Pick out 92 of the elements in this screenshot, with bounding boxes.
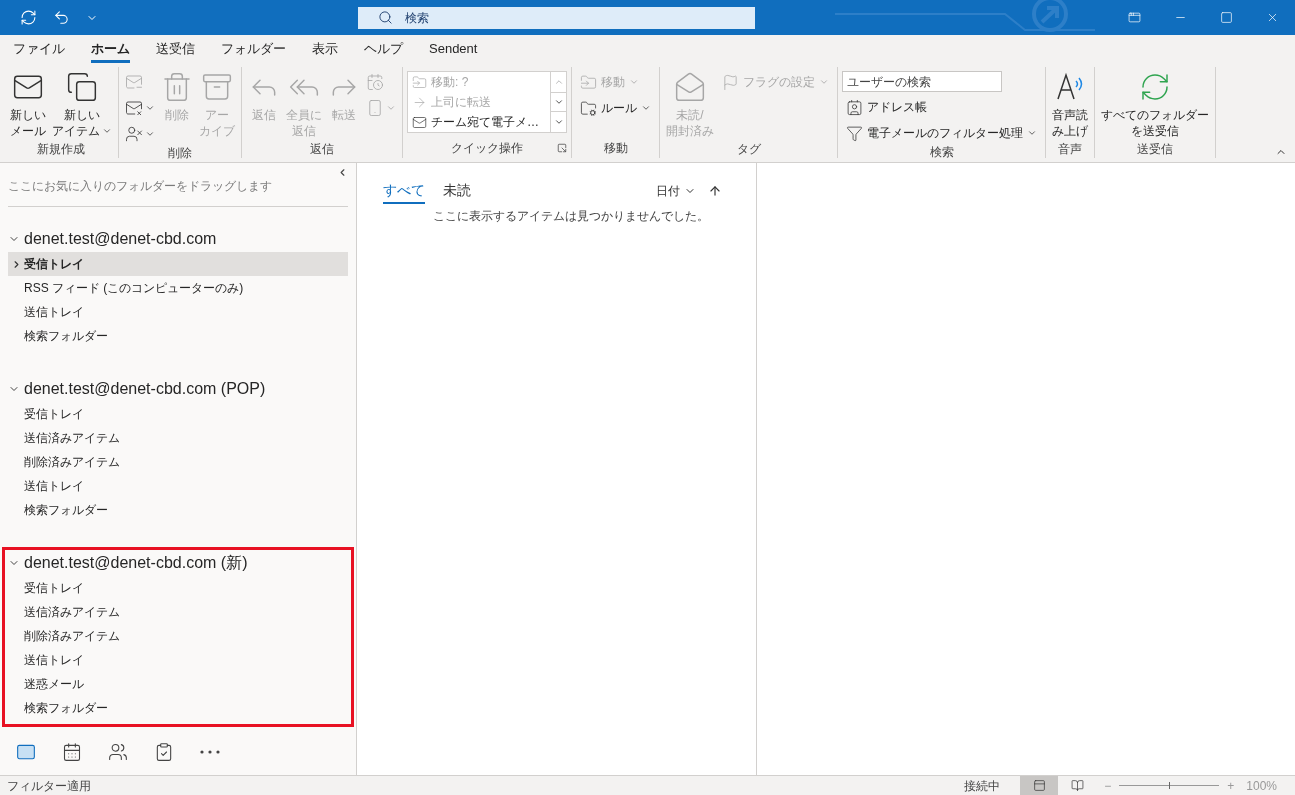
group-label: 検索 — [929, 144, 954, 160]
caret-icon — [819, 77, 829, 87]
new-items-icon — [66, 71, 98, 103]
account-header[interactable]: denet.test@denet-cbd.com (新) — [8, 550, 348, 576]
caret-icon — [641, 103, 651, 113]
undo-icon[interactable] — [53, 9, 70, 26]
folder-item[interactable]: 受信トレイ — [8, 252, 348, 276]
normal-view-icon — [1032, 779, 1046, 792]
cleanup-icon — [125, 99, 143, 117]
folder-item[interactable]: 検索フォルダー — [8, 324, 348, 348]
group-label: 新規作成 — [37, 140, 85, 157]
block-sender-icon — [125, 125, 143, 143]
folder-item[interactable]: 送信トレイ — [8, 648, 348, 672]
search-field[interactable]: 検索 — [358, 6, 755, 29]
normal-view-button[interactable] — [1020, 776, 1059, 795]
menu-tab[interactable]: 表示 — [312, 37, 338, 63]
menu-tab[interactable]: ファイル — [13, 37, 65, 63]
folder-item[interactable]: 削除済みアイテム — [8, 450, 348, 474]
folder-item[interactable]: 検索フォルダー — [8, 498, 348, 522]
maximize-icon — [1219, 11, 1233, 24]
ribbon-button[interactable]: 音声読 み上げ — [1050, 67, 1090, 139]
folder-item[interactable]: 送信トレイ — [8, 300, 348, 324]
tasks-icon — [154, 742, 174, 762]
people-icon — [108, 742, 128, 762]
folder-move-icon — [580, 73, 597, 91]
ribbon-button[interactable]: 新しい メール — [8, 67, 48, 139]
filter-tab[interactable]: 未読 — [443, 178, 471, 204]
folder-move-icon — [412, 74, 427, 90]
folder-item[interactable]: 受信トレイ — [8, 402, 348, 426]
search-input[interactable]: 検索 — [405, 9, 705, 26]
folder-item[interactable]: 検索フォルダー — [8, 696, 348, 720]
filter-tab[interactable]: すべて — [383, 178, 425, 204]
caret-icon — [145, 129, 155, 139]
arrow-icon — [412, 94, 427, 110]
menu-tab[interactable]: 送受信 — [156, 37, 195, 63]
favorites-hint: ここにお気に入りのフォルダーをドラッグします — [8, 178, 273, 195]
envelope-icon — [412, 114, 427, 130]
address-book-icon — [846, 98, 863, 116]
caret-icon — [145, 103, 155, 113]
folder-item[interactable]: 送信済みアイテム — [8, 600, 348, 624]
dialog-launcher-icon[interactable] — [557, 143, 567, 153]
folder-item[interactable]: RSS フィード (このコンピューターのみ) — [8, 276, 348, 300]
ribbon-display-icon — [1127, 11, 1141, 24]
sync-icon[interactable] — [20, 9, 37, 26]
group-label: 返信 — [310, 140, 334, 157]
rules-icon — [580, 99, 597, 117]
people-search-field[interactable]: ユーザーの検索 — [842, 71, 1002, 92]
zoom-level: 100% — [1246, 777, 1277, 794]
chevron-up-icon — [553, 77, 564, 87]
account-header[interactable]: denet.test@denet-cbd.com — [8, 226, 348, 252]
chevron-down-icon — [553, 117, 564, 127]
search-icon — [378, 10, 393, 25]
caret-icon — [102, 126, 112, 136]
filter-icon — [846, 124, 863, 142]
connection-status: 接続中 — [964, 777, 1001, 794]
quick-step[interactable]: チーム宛て電子メ… — [408, 112, 550, 132]
ignore-icon — [125, 73, 143, 91]
flag-icon — [722, 73, 739, 91]
menu-tab[interactable]: ヘルプ — [364, 37, 403, 63]
caret-icon — [1027, 128, 1037, 138]
calendar-icon — [62, 742, 82, 762]
archive-icon — [201, 71, 233, 103]
status-text: フィルター適用 — [6, 777, 91, 794]
folder-item[interactable]: 送信済みアイテム — [8, 426, 348, 450]
caret-icon — [386, 103, 396, 113]
reading-view-icon — [1070, 779, 1084, 792]
ribbon-button[interactable]: ルール — [576, 97, 655, 119]
meeting-icon — [366, 73, 384, 91]
group-label: 送受信 — [1137, 140, 1173, 157]
group-label: 移動 — [603, 140, 628, 156]
ribbon-button[interactable]: 電子メールのフィルター処理 — [842, 122, 1041, 144]
ribbon-button[interactable]: アドレス帳 — [842, 96, 1041, 118]
group-label: 削除 — [168, 145, 192, 161]
ribbon-button[interactable]: すべてのフォルダー を送受信 — [1099, 67, 1211, 139]
group-label: クイック操作 — [451, 140, 523, 156]
trash-icon — [161, 71, 193, 103]
menu-tab[interactable]: フォルダー — [221, 37, 286, 63]
caret-icon — [629, 77, 639, 87]
sort-button[interactable]: 日付 — [656, 183, 696, 199]
menu-tab[interactable]: Sendent — [429, 37, 478, 63]
folder-item[interactable]: 送信トレイ — [8, 474, 348, 498]
group-label: タグ — [736, 140, 761, 157]
open-envelope-icon — [674, 71, 706, 103]
folder-item[interactable]: 削除済みアイテム — [8, 624, 348, 648]
empty-message: ここに表示するアイテムは見つかりませんでした。 — [432, 208, 710, 224]
folder-item[interactable]: 迷惑メール — [8, 672, 348, 696]
group-label: 音声 — [1058, 140, 1082, 157]
sync-icon — [1139, 71, 1171, 103]
account-header[interactable]: denet.test@denet-cbd.com (POP) — [8, 376, 348, 402]
folder-item[interactable]: 受信トレイ — [8, 576, 348, 600]
chevron-down-icon — [553, 97, 564, 107]
ribbon-button[interactable]: 新しい アイテム — [50, 67, 114, 139]
